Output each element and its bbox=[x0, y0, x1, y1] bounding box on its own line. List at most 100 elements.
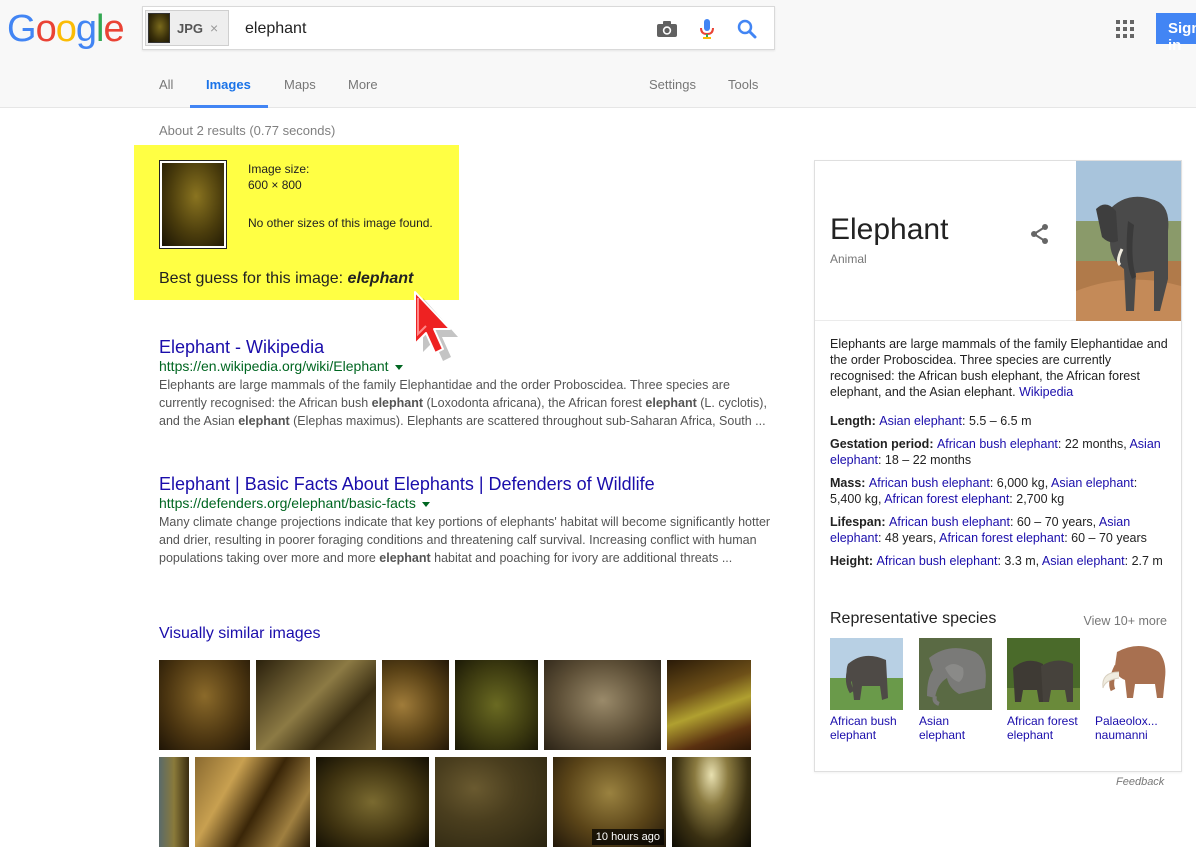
snippet-text: (Loxodonta africana), the African forest bbox=[423, 396, 646, 410]
snippet-keyword: elephant bbox=[645, 396, 697, 410]
result-snippet: Elephants are large mammals of the famil… bbox=[159, 376, 774, 430]
search-icon[interactable] bbox=[735, 17, 759, 41]
species-card[interactable]: African forest elephant bbox=[1007, 638, 1082, 742]
sign-in-button[interactable]: Sign in bbox=[1156, 13, 1196, 54]
similar-image-thumbnail[interactable] bbox=[316, 757, 429, 847]
similar-image-thumbnail[interactable] bbox=[256, 660, 376, 750]
tab-all[interactable]: All bbox=[159, 77, 173, 92]
entity-description-text: Elephants are large mammals of the famil… bbox=[830, 337, 1168, 399]
search-tabs: All Images Maps More Settings Tools bbox=[0, 70, 800, 108]
similar-image-thumbnail[interactable] bbox=[672, 757, 751, 847]
fact-entity-link[interactable]: African forest elephant bbox=[939, 531, 1064, 545]
species-image[interactable] bbox=[1007, 638, 1080, 710]
fact-entity-link[interactable]: Asian elephant bbox=[879, 414, 962, 428]
chip-label: JPG bbox=[177, 21, 204, 36]
view-more-link[interactable]: View 10+ more bbox=[1084, 614, 1168, 628]
camera-icon[interactable] bbox=[655, 17, 679, 41]
similar-image-thumbnail[interactable]: 10 hours ago bbox=[553, 757, 666, 847]
entity-fact: Mass: African bush elephant: 6,000 kg, A… bbox=[830, 475, 1170, 507]
result-url: https://en.wikipedia.org/wiki/Elephant bbox=[159, 358, 774, 374]
similar-image-thumbnail[interactable] bbox=[667, 660, 751, 750]
chip-close-icon[interactable]: × bbox=[210, 20, 218, 36]
logo-letter: o bbox=[35, 8, 57, 50]
url-menu-caret-icon[interactable] bbox=[394, 364, 403, 370]
tab-tools[interactable]: Tools bbox=[728, 77, 758, 92]
best-guess-panel: Image size: 600 × 800 No other sizes of … bbox=[134, 145, 459, 300]
result-title-link[interactable]: Elephant - Wikipedia bbox=[159, 336, 774, 358]
species-card[interactable]: Palaeolox... naumanni bbox=[1095, 638, 1170, 742]
species-label[interactable]: African bush elephant bbox=[830, 714, 905, 742]
search-input[interactable]: elephant bbox=[245, 20, 306, 38]
active-tab-indicator bbox=[190, 105, 268, 108]
similar-image-thumbnail[interactable] bbox=[159, 757, 189, 847]
tab-more[interactable]: More bbox=[348, 77, 378, 92]
entity-fact: Gestation period: African bush elephant:… bbox=[830, 436, 1170, 468]
query-image-preview[interactable] bbox=[159, 160, 227, 249]
fact-entity-link[interactable]: African bush elephant bbox=[877, 554, 998, 568]
logo-letter: G bbox=[7, 8, 37, 50]
species-image[interactable] bbox=[1095, 638, 1168, 710]
representative-species-heading: Representative species bbox=[830, 610, 997, 627]
url-menu-caret-icon[interactable] bbox=[421, 501, 430, 507]
tab-maps[interactable]: Maps bbox=[284, 77, 316, 92]
entity-description: Elephants are large mammals of the famil… bbox=[830, 336, 1170, 400]
apps-grid-icon[interactable] bbox=[1116, 20, 1134, 43]
entity-fact: Height: African bush elephant: 3.3 m, As… bbox=[830, 553, 1170, 569]
fact-entity-link[interactable]: African bush elephant bbox=[869, 476, 990, 490]
logo-letter: e bbox=[103, 8, 124, 50]
snippet-keyword: elephant bbox=[371, 396, 424, 410]
snippet-text: habitat and poaching for ivory are addit… bbox=[430, 551, 733, 565]
tab-settings[interactable]: Settings bbox=[649, 77, 696, 92]
species-image[interactable] bbox=[919, 638, 992, 710]
result-url-text: https://en.wikipedia.org/wiki/Elephant bbox=[159, 358, 389, 374]
image-sizes-note: No other sizes of this image found. bbox=[248, 216, 433, 230]
fact-entity-link[interactable]: African forest elephant bbox=[884, 492, 1009, 506]
logo-letter: g bbox=[75, 8, 97, 50]
species-label[interactable]: Palaeolox... naumanni bbox=[1095, 714, 1170, 742]
fact-entity-link[interactable]: Asian elephant bbox=[1042, 554, 1125, 568]
fact-value: : 48 years, bbox=[877, 531, 940, 545]
snippet-text: (Elephas maximus). Elephants are scatter… bbox=[289, 414, 766, 428]
species-image[interactable] bbox=[830, 638, 903, 710]
query-image-thumbnail bbox=[148, 13, 170, 43]
fact-value: : 2.7 m bbox=[1124, 554, 1163, 568]
similar-image-thumbnail[interactable] bbox=[382, 660, 449, 750]
feedback-link[interactable]: Feedback bbox=[1116, 776, 1164, 788]
similar-image-thumbnail[interactable] bbox=[455, 660, 538, 750]
mic-icon[interactable] bbox=[695, 17, 719, 41]
google-logo[interactable]: Google bbox=[7, 8, 125, 51]
fact-value: : 60 – 70 years bbox=[1064, 531, 1147, 545]
snippet-keyword: elephant bbox=[238, 414, 290, 428]
fact-label: Height: bbox=[830, 554, 877, 568]
share-icon[interactable] bbox=[1029, 223, 1051, 250]
fact-entity-link[interactable]: African bush elephant bbox=[889, 515, 1010, 529]
species-card[interactable]: African bush elephant bbox=[830, 638, 905, 742]
similar-image-thumbnail[interactable] bbox=[159, 660, 250, 750]
similar-image-thumbnail[interactable] bbox=[544, 660, 661, 750]
fact-label: Lifespan: bbox=[830, 515, 890, 529]
result-snippet: Many climate change projections indicate… bbox=[159, 513, 774, 567]
search-box[interactable]: JPG × elephant bbox=[142, 6, 775, 50]
similar-image-thumbnail[interactable] bbox=[195, 757, 310, 847]
visually-similar-heading[interactable]: Visually similar images bbox=[159, 625, 321, 643]
fact-entity-link[interactable]: African bush elephant bbox=[937, 437, 1058, 451]
fact-value: : 18 – 22 months bbox=[877, 453, 972, 467]
similar-image-thumbnail[interactable] bbox=[435, 757, 547, 847]
description-source-link[interactable]: Wikipedia bbox=[1019, 385, 1073, 399]
fact-value: : 6,000 kg, bbox=[989, 476, 1051, 490]
result-title-link[interactable]: Elephant | Basic Facts About Elephants |… bbox=[159, 473, 774, 495]
fact-entity-link[interactable]: Asian elephant bbox=[1051, 476, 1134, 490]
species-label[interactable]: Asian elephant bbox=[919, 714, 994, 742]
fact-label: Mass: bbox=[830, 476, 869, 490]
header: Google JPG × elephant Sign in All Images… bbox=[0, 0, 1196, 108]
image-query-chip[interactable]: JPG × bbox=[145, 10, 229, 46]
fact-label: Length: bbox=[830, 414, 880, 428]
species-card[interactable]: Asian elephant bbox=[919, 638, 994, 742]
entity-subtitle: Animal bbox=[830, 252, 867, 266]
tab-images[interactable]: Images bbox=[206, 77, 251, 92]
best-guess-link[interactable]: elephant bbox=[348, 270, 414, 287]
thumbnail-time-badge: 10 hours ago bbox=[591, 829, 664, 845]
entity-photo[interactable] bbox=[1076, 161, 1181, 321]
species-label[interactable]: African forest elephant bbox=[1007, 714, 1082, 742]
image-size-value: 600 × 800 bbox=[248, 178, 302, 192]
